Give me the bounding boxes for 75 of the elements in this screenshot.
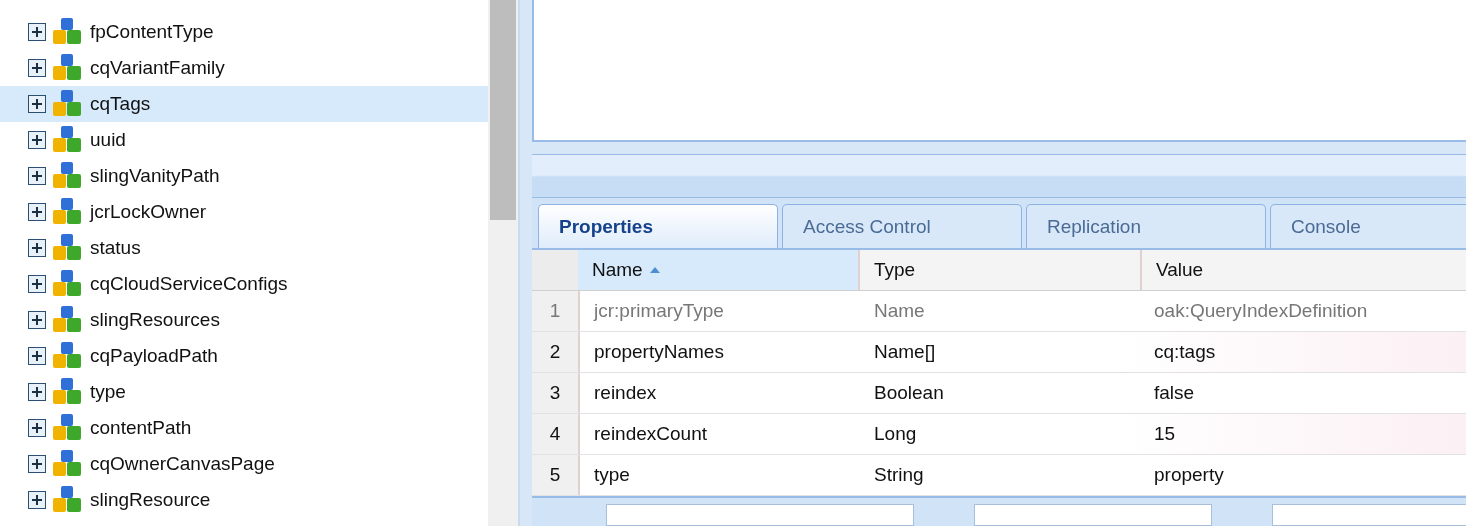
- tree-node[interactable]: contentPath: [0, 410, 488, 446]
- table-cell-text: property: [1153, 464, 1225, 486]
- table-cell-text: Name[]: [873, 341, 937, 363]
- table-cell-text: Long: [873, 423, 918, 445]
- cubes-icon: [52, 233, 82, 263]
- table-cell-text: Boolean: [873, 382, 945, 404]
- table-cell-text: cq:tags: [1153, 341, 1217, 363]
- expand-icon[interactable]: [28, 167, 46, 185]
- table-cell-text: String: [873, 464, 925, 486]
- table-cell-text: jcr:primaryType: [592, 300, 725, 322]
- tab[interactable]: Console: [1270, 204, 1466, 248]
- tree-node[interactable]: cqVariantFamily: [0, 50, 488, 86]
- expand-icon[interactable]: [28, 347, 46, 365]
- cubes-icon: [52, 125, 82, 155]
- column-header[interactable]: Type: [860, 250, 1142, 290]
- column-header[interactable]: Name: [578, 250, 860, 290]
- expand-icon[interactable]: [28, 455, 46, 473]
- expand-icon[interactable]: [28, 239, 46, 257]
- cubes-icon: [52, 449, 82, 479]
- input-field[interactable]: [974, 504, 1212, 526]
- cubes-icon: [52, 89, 82, 119]
- scrollbar-thumb[interactable]: [490, 0, 516, 220]
- table-cell-text: false: [1153, 382, 1196, 404]
- table-cell-text: Name: [873, 300, 926, 322]
- tree-node[interactable]: cqTags: [0, 86, 488, 122]
- expand-icon[interactable]: [28, 311, 46, 329]
- cubes-icon: [52, 53, 82, 83]
- cubes-icon: [52, 377, 82, 407]
- expand-icon[interactable]: [28, 419, 46, 437]
- expand-icon[interactable]: [28, 203, 46, 221]
- sort-ascending-icon: [648, 266, 661, 274]
- tree-node[interactable]: jcrLockOwner: [0, 194, 488, 230]
- table-cell-text: oak:QueryIndexDefinition: [1153, 300, 1369, 322]
- cubes-icon: [52, 305, 82, 335]
- tree-node[interactable]: status: [0, 230, 488, 266]
- cubes-icon: [52, 341, 82, 371]
- expand-icon[interactable]: [28, 275, 46, 293]
- tree-node[interactable]: type: [0, 374, 488, 410]
- row-number: 1: [532, 291, 580, 331]
- tree-node[interactable]: cqPayloadPath: [0, 338, 488, 374]
- input-field[interactable]: [606, 504, 914, 526]
- tab[interactable]: Replication: [1026, 204, 1266, 248]
- input-field[interactable]: [1272, 504, 1466, 526]
- tree-node[interactable]: slingResources: [0, 302, 488, 338]
- table-cell-text: reindexCount: [593, 423, 709, 445]
- tree-node[interactable]: cqCloudServiceConfigs: [0, 266, 488, 302]
- expand-icon[interactable]: [28, 491, 46, 509]
- tree-node[interactable]: slingVanityPath: [0, 158, 488, 194]
- cubes-icon: [52, 413, 82, 443]
- cubes-icon: [52, 17, 82, 47]
- table-cell-text: propertyNames: [593, 341, 725, 363]
- tree-node[interactable]: fpContentType: [0, 14, 488, 50]
- scrollbar[interactable]: [488, 0, 518, 526]
- tab[interactable]: Access Control: [782, 204, 1022, 248]
- row-number: 2: [532, 332, 580, 372]
- expand-icon[interactable]: [28, 23, 46, 41]
- cubes-icon: [52, 161, 82, 191]
- tree-node[interactable]: uuid: [0, 122, 488, 158]
- cubes-icon: [52, 485, 82, 515]
- expand-icon[interactable]: [28, 95, 46, 113]
- cubes-icon: [52, 269, 82, 299]
- column-header[interactable]: Value: [1142, 250, 1466, 290]
- row-number: 3: [532, 373, 580, 413]
- row-number: 5: [532, 455, 580, 495]
- table-cell-text: type: [593, 464, 631, 486]
- tab[interactable]: Properties: [538, 204, 778, 248]
- table-cell-text: reindex: [593, 382, 658, 404]
- tree-node[interactable]: slingResource: [0, 482, 488, 518]
- expand-icon[interactable]: [28, 59, 46, 77]
- row-number: 4: [532, 414, 580, 454]
- expand-icon[interactable]: [28, 131, 46, 149]
- table-cell-text: 15: [1153, 423, 1177, 445]
- expand-icon[interactable]: [28, 383, 46, 401]
- cubes-icon: [52, 197, 82, 227]
- tree-node[interactable]: cqOwnerCanvasPage: [0, 446, 488, 482]
